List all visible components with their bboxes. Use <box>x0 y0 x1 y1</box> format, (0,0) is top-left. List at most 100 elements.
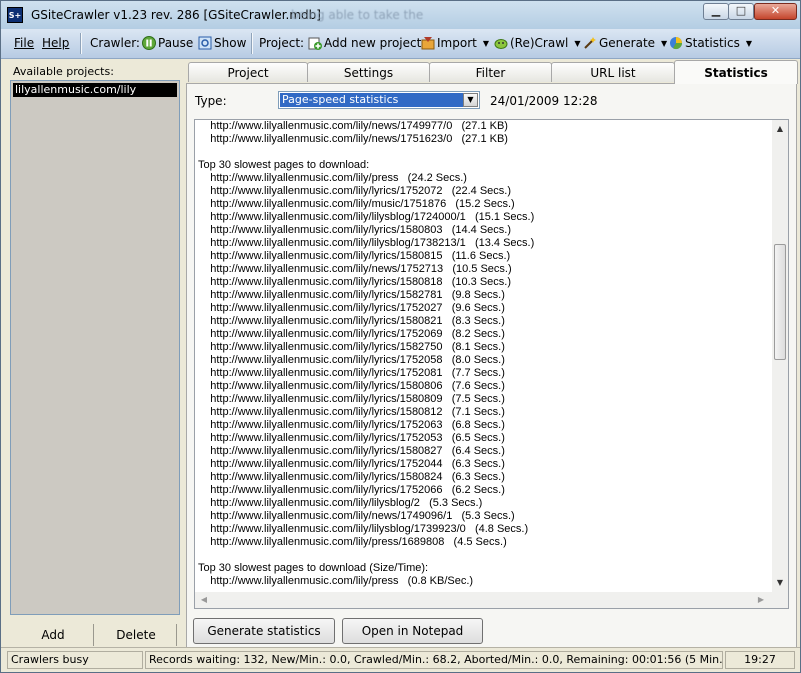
menu-file[interactable]: File <box>14 36 34 50</box>
status-state: Crawlers busy <box>7 651 143 669</box>
projects-list[interactable]: lilyallenmusic.com/lily <box>10 80 180 615</box>
chevron-down-icon: ▼ <box>574 39 581 48</box>
maximize-icon: □ <box>735 4 747 17</box>
project-item[interactable]: lilyallenmusic.com/lily <box>13 83 177 97</box>
title-bar[interactable]: S+ GSiteCrawler v1.23 rev. 286 [GSiteCra… <box>1 1 800 29</box>
scroll-left-icon[interactable]: ◀ <box>197 592 211 608</box>
projects-panel: Available projects: lilyallenmusic.com/l… <box>7 63 183 668</box>
tab-settings[interactable]: Settings <box>307 62 430 82</box>
app-icon: S+ <box>7 7 23 23</box>
report-line: http://www.lilyallenmusic.com/lily/music… <box>198 198 515 210</box>
chevron-down-icon[interactable]: ▼ <box>463 93 478 107</box>
report-line: http://www.lilyallenmusic.com/lily/lyric… <box>198 432 505 444</box>
tab-filter[interactable]: Filter <box>429 62 552 82</box>
add-new-project-button[interactable]: Add new project <box>308 36 421 50</box>
app-window: S+ GSiteCrawler v1.23 rev. 286 [GSiteCra… <box>0 0 801 673</box>
type-dropdown[interactable]: Page-speed statistics ▼ <box>278 91 480 109</box>
show-icon <box>198 36 212 50</box>
report-line: http://www.lilyallenmusic.com/lily/lyric… <box>198 315 505 327</box>
report-line: http://www.lilyallenmusic.com/lily/news/… <box>198 263 512 275</box>
vertical-scrollbar[interactable]: ▲ ▼ <box>772 120 788 592</box>
menu-help-label: Help <box>42 36 70 50</box>
report-line: http://www.lilyallenmusic.com/lily/lyric… <box>198 250 511 262</box>
open-in-notepad-button[interactable]: Open in Notepad <box>342 618 483 644</box>
horizontal-scrollbar[interactable]: ◀ ▶ <box>195 592 788 608</box>
report-line: http://www.lilyallenmusic.com/lily/lilys… <box>198 237 535 249</box>
report-line: http://www.lilyallenmusic.com/lily/press… <box>198 536 507 548</box>
menu-separator <box>80 33 81 54</box>
report-line: http://www.lilyallenmusic.com/lily/lyric… <box>198 354 505 366</box>
report-line: http://www.lilyallenmusic.com/lily/lilys… <box>198 211 535 223</box>
report-line: http://www.lilyallenmusic.com/lily/lyric… <box>198 471 505 483</box>
statistics-menu[interactable]: Statistics ▼ <box>669 36 752 50</box>
chevron-down-icon: ▼ <box>661 39 668 48</box>
report-text: http://www.lilyallenmusic.com/lily/news/… <box>198 120 768 588</box>
maximize-button[interactable]: □ <box>728 3 754 20</box>
report-line: http://www.lilyallenmusic.com/lily/lilys… <box>198 523 529 535</box>
report-line: http://www.lilyallenmusic.com/lily/lyric… <box>198 393 505 405</box>
recrawl-menu[interactable]: (Re)Crawl ▼ <box>494 36 581 50</box>
available-projects-label: Available projects: <box>13 65 114 78</box>
pause-button[interactable]: Pause <box>142 36 193 50</box>
import-icon <box>421 37 435 50</box>
tab-strip: Project Settings Filter URL list Statist… <box>186 60 798 84</box>
minimize-icon: ▁ <box>711 4 721 17</box>
report-line: http://www.lilyallenmusic.com/lily/lyric… <box>198 484 505 496</box>
report-line: http://www.lilyallenmusic.com/lily/lyric… <box>198 185 512 197</box>
report-line: http://www.lilyallenmusic.com/lily/lyric… <box>198 419 505 431</box>
scroll-down-icon[interactable]: ▼ <box>772 576 788 590</box>
show-label: Show <box>214 36 247 50</box>
close-button[interactable]: ✕ <box>754 3 797 20</box>
report-line <box>198 146 768 159</box>
minimize-button[interactable]: ▁ <box>703 3 729 20</box>
statistics-panel: Type: Page-speed statistics ▼ 24/01/2009… <box>186 83 797 648</box>
report-textarea[interactable]: http://www.lilyallenmusic.com/lily/news/… <box>194 119 789 609</box>
generate-menu[interactable]: Generate ▼ <box>583 36 667 50</box>
tab-statistics[interactable]: Statistics <box>674 60 798 84</box>
add-project-button[interactable]: Add <box>13 624 94 646</box>
report-line: http://www.lilyallenmusic.com/lily/lyric… <box>198 276 512 288</box>
tab-project[interactable]: Project <box>188 62 308 82</box>
report-line: Top 30 slowest pages to download: <box>198 159 370 171</box>
statistics-label: Statistics <box>685 36 740 50</box>
menu-separator <box>251 33 252 54</box>
report-line <box>198 549 768 562</box>
window-title: GSiteCrawler v1.23 rev. 286 [GSiteCrawle… <box>31 8 321 22</box>
report-line: Top 30 slowest pages to download (Size/T… <box>198 562 429 574</box>
add-project-icon <box>308 37 322 50</box>
generate-icon <box>584 37 596 49</box>
scroll-up-icon[interactable]: ▲ <box>772 122 788 136</box>
report-line: http://www.lilyallenmusic.com/lily/press… <box>198 172 467 184</box>
report-line: http://www.lilyallenmusic.com/lily/lyric… <box>198 224 512 236</box>
status-records: Records waiting: 132, New/Min.: 0.0, Cra… <box>145 651 723 669</box>
chevron-down-icon: ▼ <box>745 39 753 48</box>
add-new-project-label: Add new project <box>324 36 422 50</box>
show-button[interactable]: Show <box>198 36 246 50</box>
tab-url-list[interactable]: URL list <box>551 62 675 82</box>
import-label: Import <box>437 36 477 50</box>
report-line: http://www.lilyallenmusic.com/lily/lyric… <box>198 458 505 470</box>
menu-help[interactable]: Help <box>42 36 69 50</box>
report-line: http://www.lilyallenmusic.com/lily/lyric… <box>198 367 505 379</box>
delete-project-button[interactable]: Delete <box>96 624 177 646</box>
recrawl-label: (Re)Crawl <box>510 36 569 50</box>
report-line: http://www.lilyallenmusic.com/lily/press… <box>198 575 474 587</box>
report-line: http://www.lilyallenmusic.com/lily/lyric… <box>198 445 505 457</box>
import-menu[interactable]: Import ▼ <box>421 36 489 50</box>
crawler-label: Crawler: <box>90 36 140 50</box>
chevron-down-icon: ▼ <box>482 39 489 48</box>
generate-label: Generate <box>599 36 656 50</box>
report-line: http://www.lilyallenmusic.com/lily/lyric… <box>198 328 505 340</box>
type-dropdown-value: Page-speed statistics <box>280 93 464 107</box>
pause-icon <box>142 36 156 50</box>
menu-file-label: File <box>14 36 35 50</box>
pause-label: Pause <box>158 36 194 50</box>
scroll-right-icon[interactable]: ▶ <box>754 592 768 608</box>
status-bar: Crawlers busy Records waiting: 132, New/… <box>1 647 800 672</box>
stats-datetime: 24/01/2009 12:28 <box>490 94 598 108</box>
statistics-icon <box>670 37 682 50</box>
report-line: http://www.lilyallenmusic.com/lily/news/… <box>198 510 515 522</box>
scroll-thumb[interactable] <box>774 244 786 360</box>
generate-statistics-button[interactable]: Generate statistics <box>193 618 335 644</box>
type-label: Type: <box>195 94 227 108</box>
